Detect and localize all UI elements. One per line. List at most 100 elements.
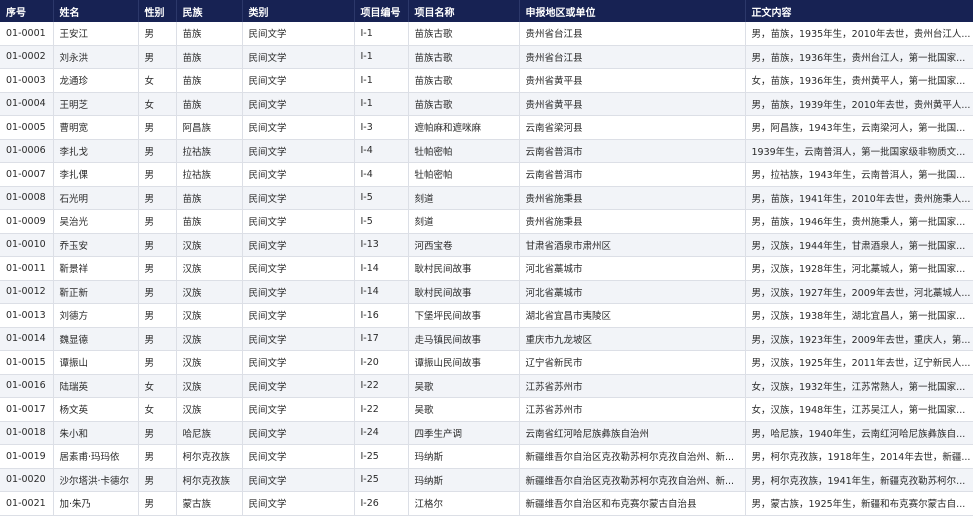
table-row[interactable]: 01-0008 石光明 男 苗族 民间文学 Ⅰ-5 刻道 贵州省施秉县 男，苗族… [0, 186, 973, 210]
cell-name: 李扎戈 [53, 139, 139, 163]
cell-content: 男，汉族，1925年生，2011年去世，辽宁新民人... [745, 350, 973, 375]
cell-project-code: Ⅰ-4 [354, 162, 409, 187]
cell-name: 朱小和 [53, 421, 139, 445]
table-row[interactable]: 01-0007 李扎倮 男 拉祜族 民间文学 Ⅰ-4 牡帕密帕 云南省普洱市 男… [0, 162, 973, 187]
cell-project-name: 四季生产调 [408, 421, 520, 445]
cell-project-code: Ⅰ-14 [354, 280, 409, 304]
cell-project-code: Ⅰ-14 [354, 256, 409, 281]
cell-ethnicity: 汉族 [176, 256, 243, 281]
column-header-region[interactable]: 申报地区或单位 [519, 0, 746, 22]
cell-name: 谭振山 [53, 350, 139, 375]
table-row[interactable]: 01-0017 杨文英 女 汉族 民间文学 Ⅰ-22 吴歌 江苏省苏州市 女，汉… [0, 397, 973, 422]
cell-region: 辽宁省新民市 [519, 350, 746, 375]
cell-gender: 男 [138, 233, 177, 257]
cell-name: 加·朱乃 [53, 491, 139, 516]
table-row[interactable]: 01-0013 刘德方 男 汉族 民间文学 Ⅰ-16 下堡坪民间故事 湖北省宜昌… [0, 303, 973, 328]
cell-ethnicity: 苗族 [176, 68, 243, 93]
table-row[interactable]: 01-0002 刘永洪 男 苗族 民间文学 Ⅰ-1 苗族古歌 贵州省台江县 男，… [0, 45, 973, 69]
column-header-ethnicity[interactable]: 民族 [176, 0, 243, 22]
cell-ethnicity: 汉族 [176, 280, 243, 304]
column-header-category[interactable]: 类别 [242, 0, 355, 22]
cell-content: 男，苗族，1936年生，贵州台江人，第一批国家... [745, 45, 973, 69]
cell-category: 民间文学 [242, 256, 355, 281]
cell-index: 01-0005 [0, 115, 54, 140]
cell-project-code: Ⅰ-1 [354, 45, 409, 69]
cell-gender: 男 [138, 327, 177, 351]
cell-project-name: 玛纳斯 [408, 444, 520, 469]
column-header-project-name[interactable]: 项目名称 [408, 0, 520, 22]
cell-name: 王明芝 [53, 92, 139, 116]
cell-category: 民间文学 [242, 421, 355, 445]
column-header-content[interactable]: 正文内容 [745, 0, 973, 22]
cell-gender: 男 [138, 45, 177, 69]
cell-name: 刘永洪 [53, 45, 139, 69]
table-row[interactable]: 01-0021 加·朱乃 男 蒙古族 民间文学 Ⅰ-26 江格尔 新疆维吾尔自治… [0, 491, 973, 516]
table-row[interactable]: 01-0016 陆瑞英 女 汉族 民间文学 Ⅰ-22 吴歌 江苏省苏州市 女，汉… [0, 374, 973, 398]
table-row[interactable]: 01-0019 居素甫·玛玛依 男 柯尔克孜族 民间文学 Ⅰ-25 玛纳斯 新疆… [0, 444, 973, 469]
cell-content: 男，苗族，1939年生，2010年去世，贵州黄平人... [745, 92, 973, 116]
cell-name: 陆瑞英 [53, 374, 139, 398]
cell-content: 男，汉族，1938年生，湖北宜昌人，第一批国家... [745, 303, 973, 328]
cell-category: 民间文学 [242, 162, 355, 187]
table-row[interactable]: 01-0003 龙通珍 女 苗族 民间文学 Ⅰ-1 苗族古歌 贵州省黄平县 女，… [0, 68, 973, 93]
cell-project-code: Ⅰ-1 [354, 68, 409, 93]
cell-index: 01-0012 [0, 280, 54, 304]
cell-project-name: 苗族古歌 [408, 92, 520, 116]
table-row[interactable]: 01-0015 谭振山 男 汉族 民间文学 Ⅰ-20 谭振山民间故事 辽宁省新民… [0, 350, 973, 375]
cell-project-name: 走马镇民间故事 [408, 327, 520, 351]
cell-name: 吴治光 [53, 209, 139, 234]
table-row[interactable]: 01-0001 王安江 男 苗族 民间文学 Ⅰ-1 苗族古歌 贵州省台江县 男，… [0, 22, 973, 46]
cell-gender: 男 [138, 115, 177, 140]
column-header-gender[interactable]: 性别 [138, 0, 177, 22]
cell-gender: 女 [138, 374, 177, 398]
cell-ethnicity: 阿昌族 [176, 115, 243, 140]
table-row[interactable]: 01-0018 朱小和 男 哈尼族 民间文学 Ⅰ-24 四季生产调 云南省红河哈… [0, 421, 973, 445]
table-row[interactable]: 01-0004 王明芝 女 苗族 民间文学 Ⅰ-1 苗族古歌 贵州省黄平县 男，… [0, 92, 973, 116]
cell-project-name: 苗族古歌 [408, 45, 520, 69]
cell-content: 男，阿昌族，1943年生，云南梁河人，第一批国... [745, 115, 973, 140]
cell-project-code: Ⅰ-5 [354, 209, 409, 234]
cell-index: 01-0011 [0, 256, 54, 281]
cell-ethnicity: 柯尔克孜族 [176, 468, 243, 492]
cell-project-name: 苗族古歌 [408, 22, 520, 46]
cell-content: 男，苗族，1946年生，贵州施秉人，第一批国家... [745, 209, 973, 234]
table-row[interactable]: 01-0006 李扎戈 男 拉祜族 民间文学 Ⅰ-4 牡帕密帕 云南省普洱市 1… [0, 139, 973, 163]
cell-region: 贵州省施秉县 [519, 209, 746, 234]
table-row[interactable]: 01-0014 魏显德 男 汉族 民间文学 Ⅰ-17 走马镇民间故事 重庆市九龙… [0, 327, 973, 351]
cell-region: 甘肃省酒泉市肃州区 [519, 233, 746, 257]
cell-region: 江苏省苏州市 [519, 397, 746, 422]
cell-ethnicity: 拉祜族 [176, 139, 243, 163]
column-header-index[interactable]: 序号 [0, 0, 54, 22]
cell-region: 云南省普洱市 [519, 162, 746, 187]
table-row[interactable]: 01-0009 吴治光 男 苗族 民间文学 Ⅰ-5 刻道 贵州省施秉县 男，苗族… [0, 209, 973, 234]
table-row[interactable]: 01-0005 曹明宽 男 阿昌族 民间文学 Ⅰ-3 遮帕麻和遮咪麻 云南省梁河… [0, 115, 973, 140]
cell-index: 01-0015 [0, 350, 54, 375]
cell-gender: 女 [138, 92, 177, 116]
column-header-project-code[interactable]: 项目编号 [354, 0, 409, 22]
cell-region: 新疆维吾尔自治区克孜勒苏柯尔克孜自治州、新... [519, 468, 746, 492]
cell-index: 01-0016 [0, 374, 54, 398]
cell-content: 男，汉族，1927年生，2009年去世，河北藁城人... [745, 280, 973, 304]
cell-region: 云南省红河哈尼族彝族自治州 [519, 421, 746, 445]
cell-gender: 男 [138, 22, 177, 46]
cell-project-name: 江格尔 [408, 491, 520, 516]
cell-gender: 男 [138, 303, 177, 328]
cell-content: 男，哈尼族，1940年生，云南红河哈尼族彝族自... [745, 421, 973, 445]
table-row[interactable]: 01-0010 乔玉安 男 汉族 民间文学 Ⅰ-13 河西宝卷 甘肃省酒泉市肃州… [0, 233, 973, 257]
cell-content: 男，汉族，1923年生，2009年去世，重庆人，第... [745, 327, 973, 351]
column-header-name[interactable]: 姓名 [53, 0, 139, 22]
cell-region: 江苏省苏州市 [519, 374, 746, 398]
cell-gender: 男 [138, 139, 177, 163]
table-row[interactable]: 01-0012 靳正新 男 汉族 民间文学 Ⅰ-14 耿村民间故事 河北省藁城市… [0, 280, 973, 304]
cell-index: 01-0020 [0, 468, 54, 492]
table-row[interactable]: 01-0011 靳景祥 男 汉族 民间文学 Ⅰ-14 耿村民间故事 河北省藁城市… [0, 256, 973, 281]
cell-category: 民间文学 [242, 397, 355, 422]
cell-project-name: 牡帕密帕 [408, 139, 520, 163]
cell-category: 民间文学 [242, 327, 355, 351]
cell-name: 沙尔塔洪·卡德尔 [53, 468, 139, 492]
table-row[interactable]: 01-0020 沙尔塔洪·卡德尔 男 柯尔克孜族 民间文学 Ⅰ-25 玛纳斯 新… [0, 468, 973, 492]
cell-project-code: Ⅰ-3 [354, 115, 409, 140]
cell-index: 01-0018 [0, 421, 54, 445]
cell-region: 河北省藁城市 [519, 256, 746, 281]
cell-index: 01-0014 [0, 327, 54, 351]
